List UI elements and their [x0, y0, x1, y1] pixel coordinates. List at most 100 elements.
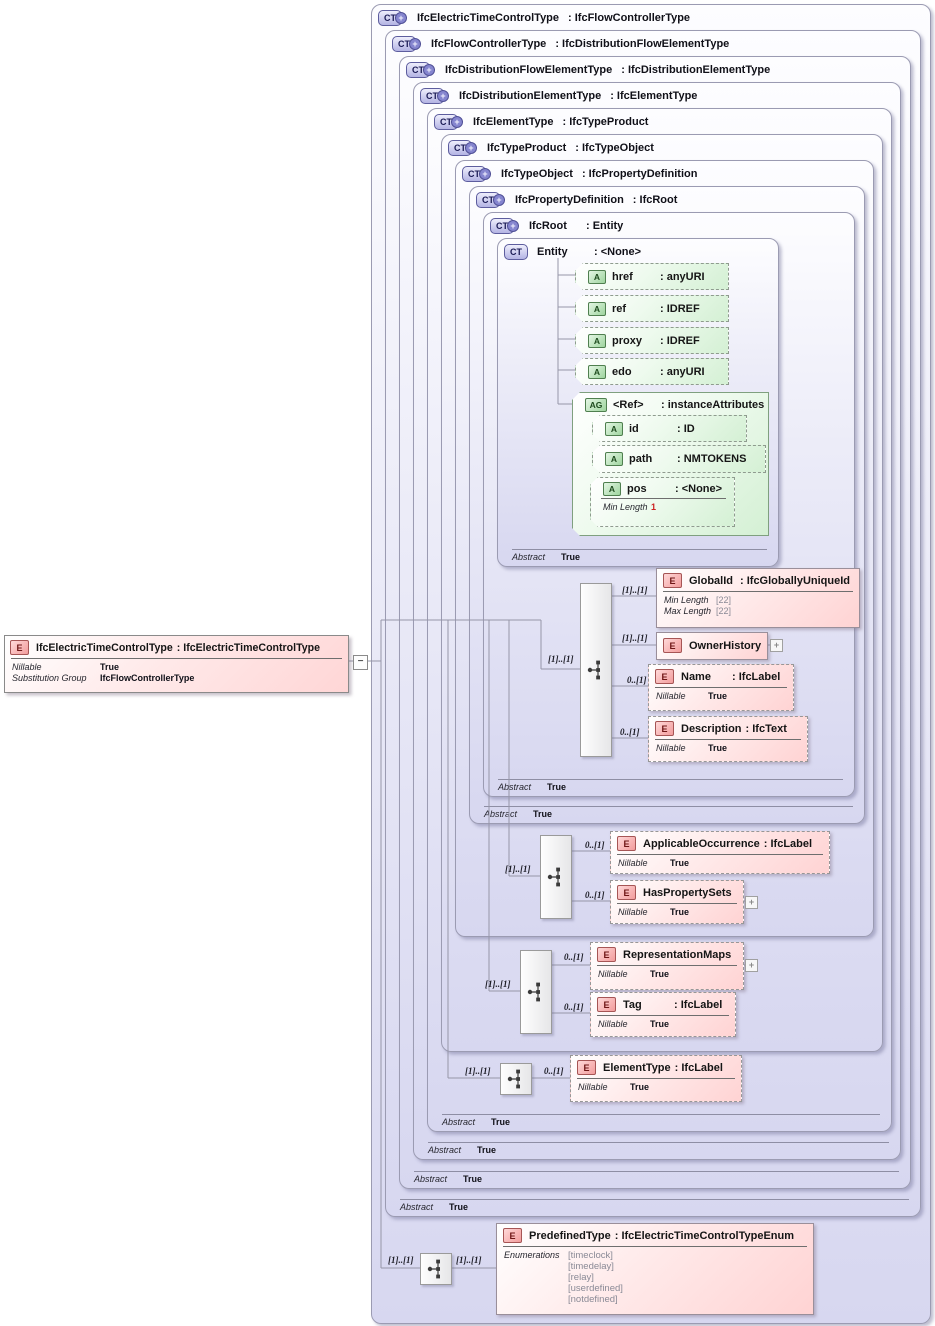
- property-value: True: [630, 1082, 650, 1092]
- property-label: Nillable: [12, 662, 42, 672]
- element-name: PredefinedType: [529, 1229, 611, 1242]
- attribute-path[interactable]: A path : NMTOKENS: [592, 445, 766, 473]
- element-tag[interactable]: E Tag : IfcLabel Nillable True: [590, 992, 736, 1037]
- element-elementtype[interactable]: E ElementType : IfcLabel Nillable True: [570, 1055, 742, 1102]
- property-row: Nillable True: [618, 858, 822, 869]
- property-label: Nillable: [598, 969, 628, 979]
- element-description[interactable]: E Description : IfcText Nillable True: [648, 716, 808, 762]
- element-icon: E: [577, 1060, 596, 1075]
- element-type: : IfcLabel: [763, 837, 813, 850]
- element-name: OwnerHistory: [689, 639, 762, 652]
- attribute-group-name: <Ref>: [613, 399, 644, 411]
- property-label: Nillable: [656, 691, 686, 701]
- property-row: Nillable True: [656, 691, 786, 702]
- attribute-type: : ID: [677, 422, 695, 435]
- attribute-id[interactable]: A id : ID: [592, 415, 747, 442]
- property-row: Nillable True: [618, 907, 736, 918]
- facet-row: Min Length 1: [591, 499, 734, 512]
- cardinality-label: 0..[1]: [620, 727, 640, 737]
- cardinality-label: [1]..[1]: [465, 1066, 491, 1076]
- element-name: Name: [681, 670, 711, 683]
- enumerations-label: Enumerations: [504, 1250, 560, 1260]
- attribute-icon: A: [588, 334, 606, 348]
- element-icon: E: [617, 885, 636, 900]
- attribute-name: pos: [627, 483, 647, 495]
- attribute-name: href: [612, 270, 633, 283]
- element-type: : IfcElectricTimeControlTypeEnum: [614, 1229, 795, 1242]
- cardinality-label: [1]..[1]: [622, 633, 648, 643]
- element-applicableoccurrence[interactable]: E ApplicableOccurrence : IfcLabel Nillab…: [610, 831, 830, 874]
- attribute-pos[interactable]: A pos : <None> Min Length 1: [590, 477, 735, 527]
- property-label: Substitution Group: [12, 672, 87, 683]
- enumeration-values: [timeclock] [timedelay] [relay] [userdef…: [568, 1250, 623, 1305]
- root-element-box[interactable]: E IfcElectricTimeControlType : IfcElectr…: [4, 635, 349, 693]
- attribute-type: : <None>: [675, 483, 723, 495]
- attribute-type: : IDREF: [660, 334, 700, 347]
- sequence-icon: [500, 1063, 532, 1095]
- facet-label: Min Length: [603, 502, 648, 512]
- cardinality-label: [1]..[1]: [505, 864, 531, 874]
- sequence-icon: [540, 835, 572, 919]
- element-icon: E: [597, 997, 616, 1012]
- facet-value: [22]: [716, 605, 732, 616]
- element-icon: E: [597, 947, 616, 962]
- element-name: HasPropertySets: [643, 886, 732, 899]
- sequence-icon: [420, 1253, 452, 1285]
- attribute-ref[interactable]: A ref : IDREF: [575, 295, 729, 322]
- attribute-type: : anyURI: [660, 365, 705, 378]
- property-value: True: [100, 662, 120, 672]
- cardinality-label: 0..[1]: [544, 1066, 564, 1076]
- enumeration-value: [relay]: [568, 1272, 594, 1283]
- element-type: : IfcText: [745, 722, 787, 735]
- element-type: : IfcLabel: [674, 1061, 723, 1074]
- property-row: Nillable True: [598, 969, 736, 980]
- root-element-type: : IfcElectricTimeControlType: [176, 641, 321, 654]
- attribute-name: path: [629, 453, 653, 465]
- element-representationmaps[interactable]: E RepresentationMaps Nillable True: [590, 942, 744, 990]
- attribute-href[interactable]: A href : anyURI: [575, 263, 729, 290]
- collapse-toggle-icon[interactable]: −: [353, 655, 368, 670]
- attribute-proxy[interactable]: A proxy : IDREF: [575, 327, 729, 354]
- cardinality-label: [1]..[1]: [622, 585, 648, 595]
- property-row: Substitution Group IfcFlowControllerType: [12, 673, 341, 684]
- enumeration-value: [userdefined]: [568, 1283, 623, 1294]
- expand-icon[interactable]: +: [770, 639, 783, 652]
- cardinality-label: [1]..[1]: [485, 979, 511, 989]
- expand-icon[interactable]: +: [745, 959, 758, 972]
- element-globalid[interactable]: E GlobalId : IfcGloballyUniqueId Min Len…: [656, 568, 860, 628]
- attribute-type: : NMTOKENS: [677, 453, 747, 465]
- expand-icon[interactable]: +: [745, 896, 758, 909]
- facet-row: Max Length [22]: [664, 606, 852, 617]
- property-row: Nillable True: [578, 1082, 734, 1093]
- element-icon: E: [503, 1228, 522, 1243]
- element-name: GlobalId: [689, 574, 733, 587]
- attribute-icon: A: [588, 302, 606, 316]
- facet-label: Max Length: [664, 605, 712, 616]
- cardinality-label: 0..[1]: [585, 840, 605, 850]
- attribute-icon: A: [588, 270, 606, 284]
- root-element-name: IfcElectricTimeControlType: [36, 641, 173, 654]
- property-value: True: [708, 743, 728, 753]
- property-label: Nillable: [618, 907, 648, 917]
- attribute-edo[interactable]: A edo : anyURI: [575, 358, 729, 385]
- facet-row: Min Length [22]: [664, 595, 852, 606]
- attribute-name: edo: [612, 365, 632, 378]
- attribute-group-icon: AG: [585, 398, 607, 412]
- element-name[interactable]: E Name : IfcLabel Nillable True: [648, 664, 794, 711]
- cardinality-label: 0..[1]: [564, 952, 584, 962]
- attribute-type: : IDREF: [660, 302, 700, 315]
- element-haspropertysets[interactable]: E HasPropertySets Nillable True: [610, 880, 744, 924]
- element-name: ApplicableOccurrence: [643, 837, 760, 850]
- cardinality-label: 0..[1]: [627, 675, 647, 685]
- sequence-icon: [580, 583, 612, 757]
- element-name: Description: [681, 722, 742, 735]
- attribute-name: id: [629, 422, 639, 435]
- cardinality-label: 0..[1]: [585, 890, 605, 900]
- element-icon: E: [655, 669, 674, 684]
- cardinality-label: [1]..[1]: [548, 654, 574, 664]
- element-ownerhistory[interactable]: E OwnerHistory: [656, 632, 768, 660]
- element-predefinedtype[interactable]: E PredefinedType : IfcElectricTimeContro…: [496, 1223, 814, 1315]
- element-icon: E: [663, 573, 682, 588]
- attribute-icon: A: [603, 482, 621, 496]
- attribute-type: : anyURI: [660, 270, 705, 283]
